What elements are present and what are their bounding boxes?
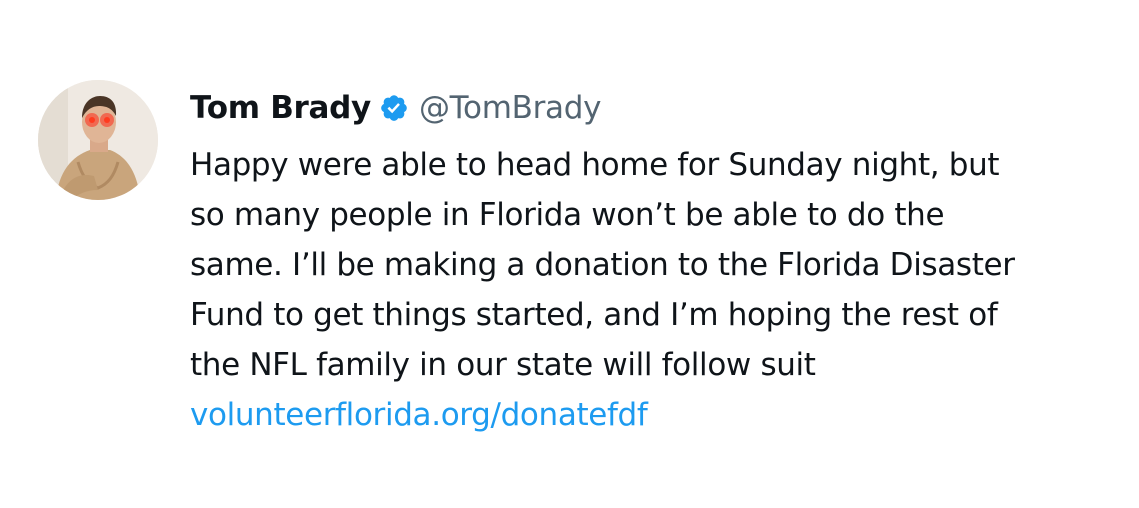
- tweet-text-line: the NFL family in our state will follow …: [190, 347, 816, 383]
- tweet-text-line: same. I’ll be making a donation to the F…: [190, 247, 1015, 283]
- author-avatar[interactable]: [38, 80, 158, 200]
- tweet-text-line: so many people in Florida won’t be able …: [190, 197, 945, 233]
- tweet-text-line: Fund to get things started, and I’m hopi…: [190, 297, 998, 333]
- author-name[interactable]: Tom Brady: [190, 90, 371, 126]
- verified-badge-icon: [379, 93, 409, 123]
- tweet[interactable]: Tom Brady @TomBrady Happy were able to h…: [0, 0, 1139, 508]
- tweet-text: Happy were able to head home for Sunday …: [190, 140, 1120, 440]
- donation-link[interactable]: volunteerflorida.org/donatefdf: [190, 390, 1120, 440]
- tweet-header: Tom Brady @TomBrady: [190, 86, 601, 130]
- author-handle[interactable]: @TomBrady: [419, 90, 601, 126]
- avatar-photo-icon: [38, 80, 158, 200]
- tweet-text-line: Happy were able to head home for Sunday …: [190, 147, 1000, 183]
